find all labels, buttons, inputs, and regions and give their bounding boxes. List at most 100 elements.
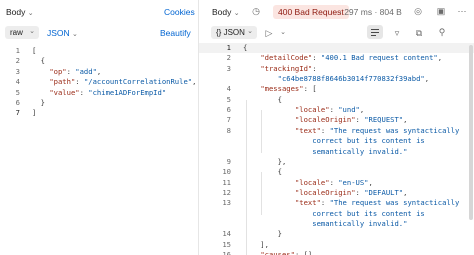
request-body-panel: Body ⌄ Cookies raw ⌄ JSON ⌄ Beautify 1 [2…	[0, 0, 198, 255]
json-key: "text"	[294, 125, 321, 135]
request-body-tab[interactable]: Body ⌄	[6, 7, 34, 17]
response-body-tab[interactable]: Body ⌄	[212, 7, 240, 17]
json-punctuation: :	[312, 53, 321, 63]
line-number: 12	[222, 187, 231, 197]
json-key: "messages"	[260, 84, 304, 94]
code-text: "text": "The request was syntactically	[243, 126, 459, 136]
json-punctuation: },	[243, 156, 287, 166]
json-punctuation: [	[32, 46, 37, 55]
json-punctuation: {	[32, 56, 45, 66]
line-number: 5	[15, 87, 20, 97]
json-punctuation: ,	[403, 115, 408, 125]
cookies-link[interactable]: Cookies	[164, 7, 195, 17]
json-value: "en-US"	[338, 177, 369, 187]
json-punctuation: ,	[403, 187, 408, 197]
json-punctuation	[243, 105, 295, 114]
line-number: 15	[222, 239, 231, 249]
network-icon[interactable]: ◎	[413, 6, 423, 16]
code-text: "localeOrigin": "REQUEST",	[243, 115, 408, 125]
request-code-editor[interactable]: 1 [2 {3 "op": "add", 4 "path": "/accountCo…	[0, 45, 198, 255]
json-punctuation: }	[32, 98, 45, 107]
json-punctuation	[243, 178, 295, 187]
json-punctuation: {	[243, 94, 282, 104]
code-text: semantically invalid."	[243, 147, 407, 157]
response-time[interactable]: · 297 ms · 804 B	[339, 7, 402, 17]
json-punctuation	[243, 115, 295, 124]
json-value: semantically invalid."	[243, 218, 408, 228]
json-punctuation: ,	[192, 77, 197, 87]
code-text: "localeOrigin": "DEFAULT",	[243, 187, 408, 198]
response-size-value: 804 B	[379, 7, 402, 17]
json-value: "/accountCorrelationRule"	[83, 77, 193, 87]
response-body-tab-label: Body	[212, 7, 232, 17]
line-number: 7	[226, 115, 231, 125]
code-text: "locale": "und",	[243, 105, 364, 115]
code-text: },	[243, 156, 287, 167]
response-time-value: 297 ms	[344, 7, 373, 17]
chevron-down-icon: ⌄	[233, 10, 240, 17]
json-punctuation	[243, 64, 260, 73]
line-number: 3	[226, 63, 231, 73]
line-number: 5	[226, 94, 231, 104]
line-number: 1	[226, 43, 231, 52]
line-number: 4	[226, 84, 231, 94]
copy-icon[interactable]: ⧉	[414, 28, 424, 38]
code-text: correct but its content is	[243, 209, 425, 219]
json-value: semantically invalid."	[243, 146, 408, 156]
language-dropdown[interactable]: JSON ⌄	[47, 28, 78, 38]
json-punctuation: ,	[424, 74, 430, 84]
beautify-button[interactable]: Beautify	[160, 28, 191, 38]
chevron-down-icon: ⌄	[27, 10, 34, 17]
json-key: "locale"	[294, 177, 330, 187]
json-value: correct but its content is	[243, 208, 425, 218]
code-text: "value": "chime1ADForEmpId"	[32, 88, 166, 98]
json-punctuation: :	[66, 66, 76, 76]
response-format-label: {} JSON	[216, 28, 245, 37]
history-icon[interactable]: ◷	[251, 6, 261, 16]
json-punctuation: ,	[359, 105, 365, 115]
more-icon[interactable]: ⋯	[457, 6, 467, 16]
json-punctuation: :	[320, 198, 330, 208]
json-value: "add"	[75, 66, 97, 76]
body-format-label: raw	[10, 28, 23, 37]
json-key: "detailCode"	[260, 53, 313, 63]
code-text: "locale": "en-US",	[243, 178, 373, 188]
json-punctuation: }	[243, 229, 282, 239]
line-number: 10	[222, 167, 231, 177]
json-value: "und"	[338, 105, 360, 115]
response-code-viewer[interactable]: 1 {2 "detailCode": "400.1 Bad request con…	[199, 43, 474, 255]
json-punctuation	[243, 84, 260, 93]
code-text: [	[32, 46, 36, 56]
status-badge[interactable]: 400 Bad Request	[273, 5, 349, 19]
line-number: 3	[15, 66, 20, 76]
json-punctuation: ],	[243, 239, 269, 249]
wrap-line-bar-2	[371, 32, 379, 33]
json-punctuation: :	[355, 115, 365, 125]
save-response-icon[interactable]: ▣	[435, 6, 447, 16]
request-body-tab-label: Body	[6, 7, 26, 17]
json-punctuation	[243, 126, 295, 135]
json-punctuation: :	[75, 77, 84, 87]
filter-icon[interactable]: ▿	[392, 28, 402, 38]
line-number: 16	[222, 250, 231, 255]
response-format-dropdown[interactable]: {} JSON ⌄	[211, 26, 257, 39]
line-number: 6	[226, 105, 231, 115]
json-punctuation: : []	[294, 250, 313, 255]
json-key: "text"	[294, 198, 321, 208]
json-punctuation	[243, 250, 260, 255]
json-punctuation	[32, 67, 49, 76]
code-text: correct but its content is	[243, 136, 425, 146]
code-text: "causes": []	[243, 250, 312, 255]
line-number: 13	[222, 198, 231, 208]
wrap-lines-icon[interactable]	[367, 25, 383, 39]
response-scrollbar[interactable]	[469, 45, 473, 220]
code-text: "c64be8788f8646b3014f770832f39abd",	[243, 74, 429, 84]
search-icon[interactable]: ⚲	[437, 27, 447, 37]
json-punctuation: ]	[32, 108, 37, 118]
line-number: 4	[15, 77, 20, 87]
visualize-dropdown-chevron[interactable]: ⌄	[279, 28, 287, 38]
code-text: "op": "add",	[32, 67, 101, 77]
json-key: "op"	[49, 66, 67, 76]
body-format-dropdown[interactable]: raw ⌄	[5, 26, 39, 39]
visualize-icon[interactable]: ▷	[264, 28, 274, 38]
